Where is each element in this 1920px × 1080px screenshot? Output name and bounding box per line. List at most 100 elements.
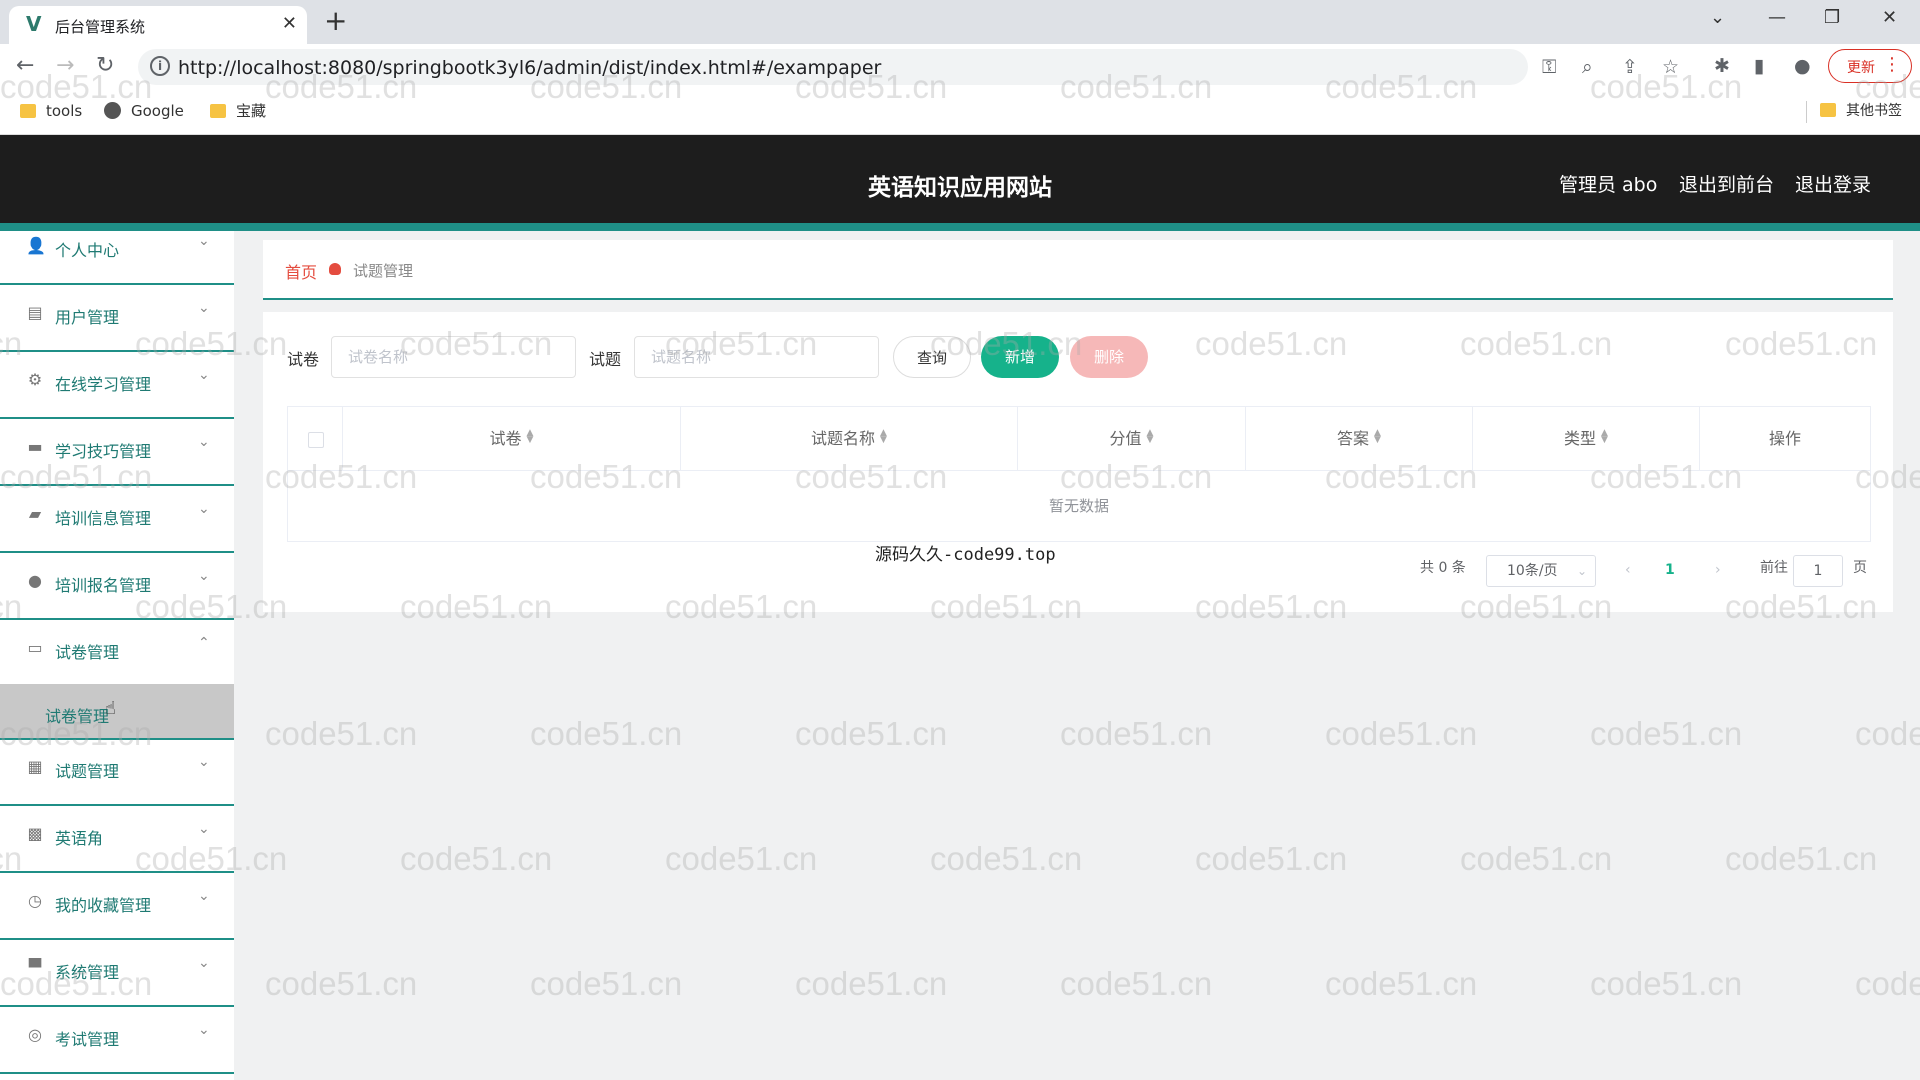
- sidebar-item-user-management[interactable]: ▤ 用户管理 ⌄: [0, 286, 234, 352]
- sidebar-item-exam-papers[interactable]: ▭ 试卷管理 ⌃: [0, 621, 234, 687]
- column-header-type[interactable]: 类型 ▲ ▼: [1473, 407, 1700, 471]
- restore-icon[interactable]: ❐: [1824, 6, 1840, 30]
- sidebar: 👤 个人中心 ⌄ ▤ 用户管理 ⌄ ⚙ 在线学习管理 ⌄ ▬ 学习技巧管理 ⌄ …: [0, 231, 234, 1080]
- minimize-icon[interactable]: —: [1768, 6, 1786, 30]
- watermark-text: code51.cn: [1590, 965, 1743, 1002]
- sidebar-item-system[interactable]: ▀ 系统管理 ⌄: [0, 941, 234, 1007]
- info-icon[interactable]: i: [150, 56, 170, 76]
- sort-icon[interactable]: ▲ ▼: [1147, 429, 1154, 445]
- page-size-select[interactable]: 10条/页 ⌄: [1486, 555, 1596, 587]
- settings-icon: ⚙: [27, 370, 43, 389]
- watermark-text: code51.cn: [1060, 965, 1213, 1002]
- id-card-icon: ▤: [27, 303, 43, 322]
- key-icon[interactable]: ⚿: [1542, 57, 1556, 77]
- page-number-current[interactable]: 1: [1665, 555, 1675, 585]
- sort-icon[interactable]: ▲ ▼: [1601, 429, 1608, 445]
- column-header-paper[interactable]: 试卷 ▲ ▼: [343, 407, 681, 471]
- tab-search-icon[interactable]: ⌄: [1710, 6, 1725, 30]
- admin-user-link[interactable]: 管理员 abo: [1559, 170, 1657, 197]
- folder-icon: [210, 104, 226, 118]
- more-icon[interactable]: ⋮: [1883, 55, 1901, 75]
- sidebar-item-training-signup[interactable]: ● 培训报名管理 ⌄: [0, 554, 234, 620]
- extensions-icon[interactable]: ✱: [1714, 56, 1730, 76]
- prev-page-icon[interactable]: ‹: [1625, 555, 1631, 585]
- content-card: 试卷 试题 查询 新增 删除 试卷▲▼ 试题名称▲▼ 分值▲▼ 答案▲▼ 类型▲…: [263, 312, 1893, 612]
- sidebar-item-label: 个人中心: [55, 241, 120, 260]
- watermark-text: code51.cn: [400, 840, 553, 877]
- column-header-question-name[interactable]: 试题名称 ▲ ▼: [681, 407, 1018, 471]
- browser-tab[interactable]: V 后台管理系统 ✕: [9, 6, 307, 44]
- sidebar-item-label: 培训报名管理: [55, 576, 152, 595]
- sidepanel-icon[interactable]: ▮: [1754, 56, 1764, 76]
- watermark-text: code51.cn: [530, 715, 683, 752]
- chevron-down-icon: ⌄: [198, 888, 210, 904]
- update-button[interactable]: 更新 ⋮: [1828, 49, 1912, 83]
- user-icon: 👤: [26, 236, 46, 255]
- other-bookmarks[interactable]: 其他书签: [1820, 100, 1902, 122]
- bookmark-tools[interactable]: tools: [20, 100, 82, 122]
- watermark-text: code51.cn: [795, 715, 948, 752]
- compass-icon: ◎: [28, 1025, 42, 1044]
- mouse-cursor-icon: ☝: [105, 698, 116, 719]
- sidebar-item-personal-center[interactable]: 👤 个人中心 ⌄: [0, 231, 234, 285]
- sidebar-item-english-corner[interactable]: ▩ 英语角 ⌄: [0, 807, 234, 873]
- watermark-text: code51.cn: [1325, 715, 1478, 752]
- forward-icon[interactable]: →: [56, 53, 74, 79]
- query-button[interactable]: 查询: [893, 336, 971, 378]
- column-header-answer[interactable]: 答案 ▲ ▼: [1246, 407, 1473, 471]
- app-header: 英语知识应用网站 管理员 abo 退出到前台 退出登录: [0, 135, 1920, 231]
- exit-to-frontend-link[interactable]: 退出到前台: [1679, 170, 1774, 197]
- watermark-text: code51.cn: [1325, 965, 1478, 1002]
- sidebar-item-label: 我的收藏管理: [55, 896, 152, 915]
- sort-icon[interactable]: ▲ ▼: [880, 429, 887, 445]
- add-button[interactable]: 新增: [981, 336, 1059, 378]
- watermark-text: code51.cn: [530, 965, 683, 1002]
- chevron-down-icon: ⌄: [1576, 564, 1587, 578]
- empty-state: 暂无数据: [1048, 497, 1109, 515]
- star-icon[interactable]: ☆: [1662, 57, 1679, 77]
- sidebar-item-exams[interactable]: ◎ 考试管理 ⌄: [0, 1008, 234, 1074]
- briefcase-icon: ▰: [28, 504, 42, 523]
- bookmark-google[interactable]: Google: [104, 100, 184, 122]
- submenu-item-exam-papers[interactable]: 试卷管理: [0, 684, 234, 740]
- paper-name-input[interactable]: [331, 336, 576, 378]
- clock-icon: ◷: [28, 891, 42, 910]
- sort-icon[interactable]: ▲ ▼: [1374, 429, 1381, 445]
- goto-page-input[interactable]: 1: [1793, 555, 1843, 587]
- bookmark-treasure[interactable]: 宝藏: [210, 100, 266, 122]
- chevron-up-icon: ⌃: [198, 635, 210, 651]
- watermark-text: code51.cn: [1460, 840, 1613, 877]
- column-header-score[interactable]: 分值 ▲ ▼: [1018, 407, 1246, 471]
- zoom-icon[interactable]: ⌕: [1582, 57, 1593, 77]
- address-bar[interactable]: i http://localhost:8080/springbootk3yl6/…: [138, 49, 1679, 85]
- source-note: 源码久久-code99.top: [875, 545, 1056, 565]
- watermark-text: code51.cn: [265, 715, 418, 752]
- close-tab-icon[interactable]: ✕: [282, 14, 297, 34]
- new-tab-button[interactable]: +: [324, 6, 347, 36]
- breadcrumb-home-link[interactable]: 首页: [285, 259, 317, 283]
- reload-icon[interactable]: ↻: [96, 53, 114, 79]
- share-icon[interactable]: ⇪: [1622, 57, 1638, 77]
- sidebar-item-study-tips[interactable]: ▬ 学习技巧管理 ⌄: [0, 420, 234, 486]
- sidebar-item-training-info[interactable]: ▰ 培训信息管理 ⌄: [0, 487, 234, 553]
- next-page-icon[interactable]: ›: [1715, 555, 1721, 585]
- submenu-item-label: 试卷管理: [45, 707, 110, 726]
- question-name-input[interactable]: [634, 336, 879, 378]
- close-window-icon[interactable]: ✕: [1882, 6, 1897, 30]
- sort-icon[interactable]: ▲ ▼: [527, 429, 534, 445]
- sidebar-item-label: 系统管理: [55, 963, 120, 982]
- chevron-down-icon: ⌄: [198, 367, 210, 383]
- profile-icon[interactable]: ●: [1794, 56, 1811, 76]
- monitor-icon: ▀: [28, 958, 42, 977]
- sidebar-item-label: 培训信息管理: [55, 509, 152, 528]
- back-icon[interactable]: ←: [16, 53, 34, 79]
- sidebar-item-questions[interactable]: ▦ 试题管理 ⌄: [0, 740, 234, 806]
- watermark-text: code51.cn: [1855, 715, 1920, 752]
- url-text[interactable]: http://localhost:8080/springbootk3yl6/ad…: [178, 57, 881, 79]
- select-all-checkbox[interactable]: [308, 432, 324, 448]
- logout-link[interactable]: 退出登录: [1795, 170, 1871, 197]
- delete-button[interactable]: 删除: [1070, 336, 1148, 378]
- sidebar-item-favorites[interactable]: ◷ 我的收藏管理 ⌄: [0, 874, 234, 940]
- sidebar-item-online-learning[interactable]: ⚙ 在线学习管理 ⌄: [0, 353, 234, 419]
- pagination-total: 共 0 条: [1420, 560, 1466, 576]
